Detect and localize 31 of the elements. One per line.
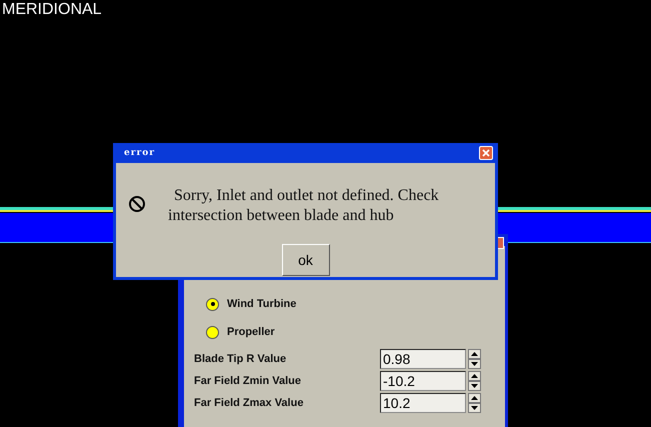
radio-option[interactable]: Propeller (206, 318, 505, 346)
radio-option[interactable]: Wind Turbine (206, 290, 505, 318)
radio-button[interactable] (206, 298, 219, 310)
down-arrow-icon (471, 384, 478, 388)
up-arrow-icon (471, 374, 478, 378)
value-field[interactable]: 10.2 (380, 393, 466, 413)
field-label: Far Field Zmax Value (194, 397, 304, 409)
spin-down-button[interactable] (468, 403, 481, 413)
up-arrow-icon (471, 396, 478, 400)
view-title: MERIDIONAL (2, 1, 102, 19)
spin-up-button[interactable] (468, 371, 481, 381)
value-field[interactable]: 0.98 (380, 349, 466, 369)
field-label: Blade Tip R Value (194, 353, 288, 365)
option-label: Propeller (227, 326, 275, 338)
option-label: Wind Turbine (227, 298, 296, 310)
error-message: Sorry, Inlet and outlet not defined. Check intersection between blade and hub (168, 186, 440, 226)
down-arrow-icon (471, 362, 478, 366)
spin-up-button[interactable] (468, 393, 481, 403)
value-field[interactable]: -10.2 (380, 371, 466, 391)
up-arrow-icon (471, 352, 478, 356)
radio-button[interactable] (206, 326, 219, 338)
field-label: Far Field Zmin Value (194, 375, 302, 387)
down-arrow-icon (471, 406, 478, 410)
prohibited-icon (128, 195, 146, 213)
close-icon (482, 149, 490, 157)
spin-down-button[interactable] (468, 381, 481, 391)
spin-down-button[interactable] (468, 359, 481, 369)
spin-up-button[interactable] (468, 349, 481, 359)
close-button[interactable] (479, 146, 493, 160)
ok-button[interactable]: ok (282, 244, 330, 276)
dialog-title: error (124, 148, 155, 158)
